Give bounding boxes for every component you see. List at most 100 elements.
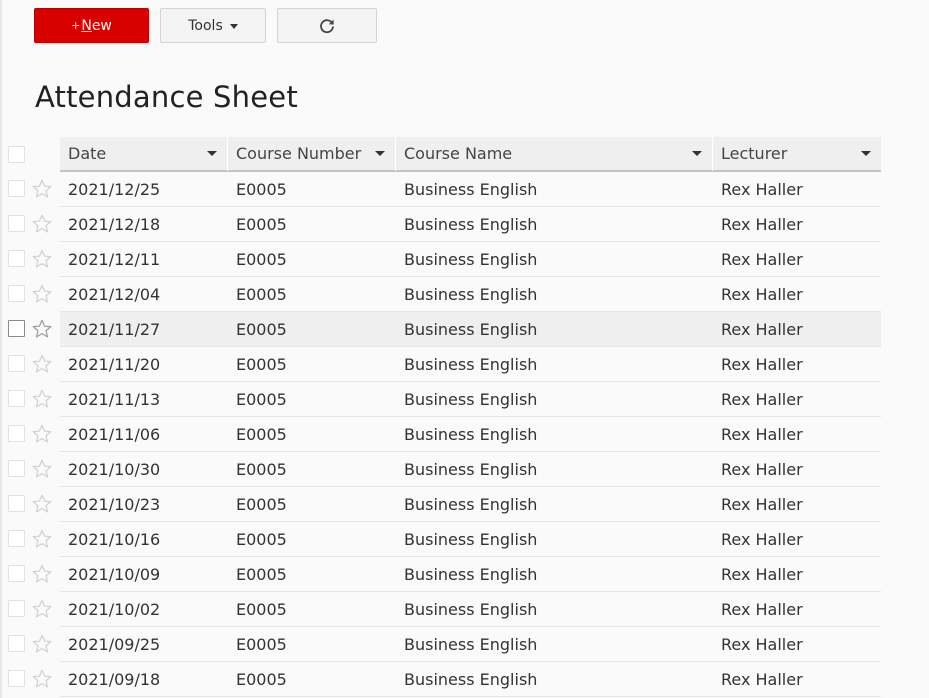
- table-row[interactable]: 2021/10/09 E0005 Business English Rex Halle…: [2, 557, 929, 592]
- cell-course-name[interactable]: Business English: [396, 180, 713, 199]
- cell-course-number[interactable]: E0005: [228, 355, 396, 374]
- star-icon[interactable]: [31, 633, 53, 655]
- cell-course-number[interactable]: E0005: [228, 600, 396, 619]
- row-checkbox[interactable]: [8, 215, 25, 232]
- table-row[interactable]: 2021/11/27 E0005 Business English Rex Halle…: [2, 312, 929, 347]
- cell-course-number[interactable]: E0005: [228, 215, 396, 234]
- table-row[interactable]: 2021/11/13 E0005 Business English Rex Halle…: [2, 382, 929, 417]
- cell-date[interactable]: 2021/10/30: [60, 460, 228, 479]
- cell-course-number[interactable]: E0005: [228, 320, 396, 339]
- cell-date[interactable]: 2021/10/02: [60, 600, 228, 619]
- cell-date[interactable]: 2021/09/25: [60, 635, 228, 654]
- star-icon[interactable]: [31, 178, 53, 200]
- cell-course-name[interactable]: Business English: [396, 390, 713, 409]
- cell-course-number[interactable]: E0005: [228, 285, 396, 304]
- cell-course-name[interactable]: Business English: [396, 355, 713, 374]
- column-header-course-name[interactable]: Course Name: [396, 136, 713, 171]
- tools-dropdown-button[interactable]: Tools: [160, 8, 266, 43]
- cell-lecturer[interactable]: Rex Haller: [713, 425, 881, 444]
- cell-date[interactable]: 2021/12/25: [60, 180, 228, 199]
- cell-course-name[interactable]: Business English: [396, 320, 713, 339]
- row-checkbox[interactable]: [8, 390, 25, 407]
- cell-date[interactable]: 2021/11/20: [60, 355, 228, 374]
- table-row[interactable]: 2021/11/06 E0005 Business English Rex Halle…: [2, 417, 929, 452]
- star-icon[interactable]: [31, 388, 53, 410]
- star-icon[interactable]: [31, 318, 53, 340]
- cell-course-name[interactable]: Business English: [396, 215, 713, 234]
- column-header-course-number[interactable]: Course Number: [228, 136, 396, 171]
- table-row[interactable]: 2021/10/02 E0005 Business English Rex Halle…: [2, 592, 929, 627]
- new-button[interactable]: + New: [34, 8, 149, 43]
- table-row[interactable]: 2021/10/16 E0005 Business English Rex Halle…: [2, 522, 929, 557]
- star-icon[interactable]: [31, 493, 53, 515]
- cell-lecturer[interactable]: Rex Haller: [713, 390, 881, 409]
- table-row[interactable]: 2021/12/18 E0005 Business English Rex Halle…: [2, 207, 929, 242]
- cell-course-name[interactable]: Business English: [396, 285, 713, 304]
- row-checkbox[interactable]: [8, 425, 25, 442]
- star-icon[interactable]: [31, 283, 53, 305]
- table-row[interactable]: 2021/11/20 E0005 Business English Rex Halle…: [2, 347, 929, 382]
- row-checkbox[interactable]: [8, 565, 25, 582]
- column-header-date[interactable]: Date: [60, 136, 228, 171]
- cell-course-number[interactable]: E0005: [228, 670, 396, 689]
- cell-course-number[interactable]: E0005: [228, 565, 396, 584]
- cell-course-name[interactable]: Business English: [396, 425, 713, 444]
- row-checkbox[interactable]: [8, 285, 25, 302]
- cell-course-name[interactable]: Business English: [396, 250, 713, 269]
- cell-course-name[interactable]: Business English: [396, 495, 713, 514]
- cell-lecturer[interactable]: Rex Haller: [713, 565, 881, 584]
- column-header-lecturer[interactable]: Lecturer: [713, 136, 881, 171]
- row-checkbox[interactable]: [8, 320, 25, 337]
- cell-date[interactable]: 2021/10/09: [60, 565, 228, 584]
- cell-lecturer[interactable]: Rex Haller: [713, 460, 881, 479]
- row-checkbox[interactable]: [8, 355, 25, 372]
- row-checkbox[interactable]: [8, 180, 25, 197]
- caret-down-icon[interactable]: [375, 151, 385, 156]
- cell-lecturer[interactable]: Rex Haller: [713, 530, 881, 549]
- star-icon[interactable]: [31, 528, 53, 550]
- cell-course-number[interactable]: E0005: [228, 460, 396, 479]
- cell-lecturer[interactable]: Rex Haller: [713, 250, 881, 269]
- caret-down-icon[interactable]: [207, 151, 217, 156]
- cell-course-name[interactable]: Business English: [396, 460, 713, 479]
- cell-date[interactable]: 2021/11/13: [60, 390, 228, 409]
- caret-down-icon[interactable]: [692, 151, 702, 156]
- cell-lecturer[interactable]: Rex Haller: [713, 180, 881, 199]
- cell-date[interactable]: 2021/12/11: [60, 250, 228, 269]
- cell-date[interactable]: 2021/10/23: [60, 495, 228, 514]
- cell-lecturer[interactable]: Rex Haller: [713, 285, 881, 304]
- row-checkbox[interactable]: [8, 635, 25, 652]
- cell-lecturer[interactable]: Rex Haller: [713, 600, 881, 619]
- cell-lecturer[interactable]: Rex Haller: [713, 215, 881, 234]
- star-icon[interactable]: [31, 668, 53, 690]
- cell-date[interactable]: 2021/12/04: [60, 285, 228, 304]
- cell-date[interactable]: 2021/11/06: [60, 425, 228, 444]
- table-row[interactable]: 2021/09/18 E0005 Business English Rex Halle…: [2, 662, 929, 697]
- cell-date[interactable]: 2021/10/16: [60, 530, 228, 549]
- row-checkbox[interactable]: [8, 495, 25, 512]
- cell-lecturer[interactable]: Rex Haller: [713, 355, 881, 374]
- refresh-button[interactable]: [277, 8, 377, 43]
- row-checkbox[interactable]: [8, 250, 25, 267]
- cell-course-number[interactable]: E0005: [228, 390, 396, 409]
- row-checkbox[interactable]: [8, 600, 25, 617]
- cell-course-name[interactable]: Business English: [396, 635, 713, 654]
- cell-lecturer[interactable]: Rex Haller: [713, 320, 881, 339]
- star-icon[interactable]: [31, 353, 53, 375]
- table-row[interactable]: 2021/12/25 E0005 Business English Rex Halle…: [2, 172, 929, 207]
- cell-date[interactable]: 2021/09/18: [60, 670, 228, 689]
- cell-lecturer[interactable]: Rex Haller: [713, 495, 881, 514]
- cell-course-number[interactable]: E0005: [228, 530, 396, 549]
- cell-course-name[interactable]: Business English: [396, 600, 713, 619]
- table-row[interactable]: 2021/12/11 E0005 Business English Rex Halle…: [2, 242, 929, 277]
- cell-course-number[interactable]: E0005: [228, 635, 396, 654]
- star-icon[interactable]: [31, 213, 53, 235]
- star-icon[interactable]: [31, 563, 53, 585]
- table-row[interactable]: 2021/10/23 E0005 Business English Rex Halle…: [2, 487, 929, 522]
- caret-down-icon[interactable]: [861, 151, 871, 156]
- star-icon[interactable]: [31, 458, 53, 480]
- cell-course-name[interactable]: Business English: [396, 530, 713, 549]
- cell-course-number[interactable]: E0005: [228, 495, 396, 514]
- cell-course-number[interactable]: E0005: [228, 425, 396, 444]
- select-all-checkbox[interactable]: [8, 146, 25, 163]
